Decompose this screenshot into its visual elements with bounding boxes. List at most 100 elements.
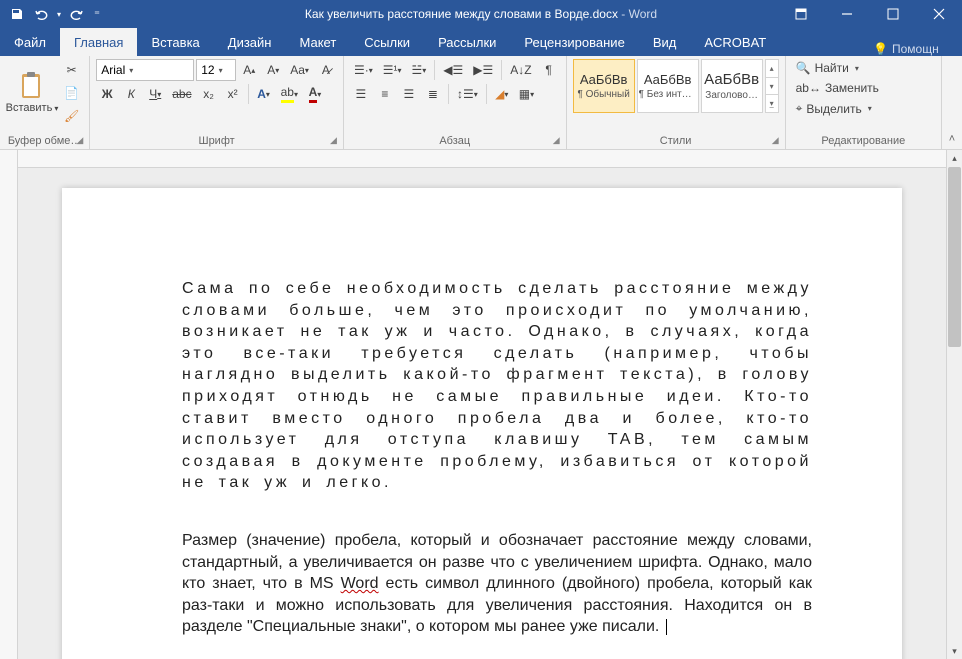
find-button[interactable]: 🔍Найти▾ <box>792 59 935 77</box>
scissors-icon: ✂ <box>67 63 77 77</box>
paragraph-2: Размер (значение) пробела, который и обо… <box>182 530 812 638</box>
show-marks-button[interactable]: ¶ <box>538 59 560 81</box>
scroll-thumb[interactable] <box>948 167 961 347</box>
ribbon: Вставить▾ ✂ 📄 🖌 Буфер обме…◢ Arial▾ 12▾ … <box>0 56 962 150</box>
align-left-button[interactable]: ☰ <box>350 83 372 105</box>
scroll-up-button[interactable]: ▴ <box>947 150 962 166</box>
collapse-ribbon-button[interactable]: ˄ <box>949 133 955 145</box>
vertical-ruler[interactable] <box>0 150 18 659</box>
undo-button[interactable] <box>30 3 52 25</box>
tab-references[interactable]: Ссылки <box>350 28 424 56</box>
clipboard-icon <box>16 70 48 102</box>
text-cursor <box>666 619 667 635</box>
bucket-icon: ◢ <box>495 87 504 101</box>
undo-dropdown[interactable]: ▾ <box>54 3 64 25</box>
group-clipboard: Вставить▾ ✂ 📄 🖌 Буфер обме…◢ <box>0 56 90 149</box>
clear-formatting-button[interactable]: A̷ <box>315 59 337 81</box>
styles-scroller: ▴ ▾ ▾̲ <box>765 59 779 113</box>
multilevel-button[interactable]: ☱▾ <box>408 59 431 81</box>
sort-icon: A↓Z <box>510 63 531 77</box>
vertical-scrollbar: ▴ ▾ <box>946 150 962 659</box>
tell-me-input[interactable] <box>892 42 952 56</box>
font-size-combo[interactable]: 12▾ <box>196 59 236 81</box>
grow-font-button[interactable]: A▴ <box>238 59 260 81</box>
numbering-button[interactable]: ☰¹▾ <box>379 59 406 81</box>
font-label: Шрифт <box>198 135 234 147</box>
highlight-button[interactable]: ab▾ <box>277 83 302 105</box>
justify-button[interactable]: ≣ <box>422 83 444 105</box>
app-name: Word <box>629 7 657 21</box>
shading-button[interactable]: ◢▾ <box>491 83 513 105</box>
paragraph-launcher[interactable]: ◢ <box>553 135 560 146</box>
styles-scroll-up[interactable]: ▴ <box>766 60 778 78</box>
subscript-button[interactable]: x₂ <box>198 83 220 105</box>
bullets-button[interactable]: ☰·▾ <box>350 59 377 81</box>
underline-button[interactable]: Ч▾ <box>144 83 166 105</box>
format-painter-button[interactable]: 🖌 <box>60 105 83 127</box>
increase-indent-button[interactable]: ▶☰ <box>469 59 497 81</box>
spellcheck-word: Word <box>341 575 379 592</box>
cut-button[interactable]: ✂ <box>60 59 83 81</box>
quick-access-toolbar: ▾ ⁼ <box>0 3 104 25</box>
redo-button[interactable] <box>66 3 88 25</box>
copy-button[interactable]: 📄 <box>60 82 83 104</box>
numbering-icon: ☰¹ <box>383 63 398 77</box>
maximize-button[interactable] <box>870 0 916 28</box>
tab-mailings[interactable]: Рассылки <box>424 28 510 56</box>
scroll-down-button[interactable]: ▾ <box>947 643 962 659</box>
pilcrow-icon: ¶ <box>545 63 551 77</box>
sort-button[interactable]: A↓Z <box>506 59 535 81</box>
minimize-button[interactable] <box>824 0 870 28</box>
italic-button[interactable]: К <box>120 83 142 105</box>
clipboard-launcher[interactable]: ◢ <box>76 135 83 146</box>
document-page[interactable]: Сама по себе необходимость сделать расст… <box>62 188 902 659</box>
title-bar: ▾ ⁼ Как увеличить расстояние между слова… <box>0 0 962 28</box>
tab-insert[interactable]: Вставка <box>137 28 213 56</box>
superscript-button[interactable]: x² <box>222 83 244 105</box>
align-right-button[interactable]: ☰ <box>398 83 420 105</box>
style-no-spacing[interactable]: АаБбВв ¶ Без инте… <box>637 59 699 113</box>
font-color-button[interactable]: A▾ <box>304 83 326 105</box>
tell-me-search[interactable]: 💡 <box>863 42 962 56</box>
font-name-combo[interactable]: Arial▾ <box>96 59 194 81</box>
styles-scroll-down[interactable]: ▾ <box>766 78 778 96</box>
borders-button[interactable]: ▦▾ <box>515 83 538 105</box>
paste-button[interactable]: Вставить▾ <box>6 59 58 125</box>
tab-acrobat[interactable]: ACROBAT <box>690 28 780 56</box>
bold-button[interactable]: Ж <box>96 83 118 105</box>
scroll-track[interactable] <box>947 348 962 643</box>
horizontal-ruler[interactable] <box>18 150 946 168</box>
window-controls <box>778 0 962 28</box>
change-case-button[interactable]: Aa▾ <box>286 59 313 81</box>
style-heading1[interactable]: АаБбВв Заголово… <box>701 59 763 113</box>
tab-review[interactable]: Рецензирование <box>510 28 638 56</box>
ribbon-display-button[interactable] <box>778 0 824 28</box>
save-button[interactable] <box>6 3 28 25</box>
align-center-button[interactable]: ≡ <box>374 83 396 105</box>
tab-design[interactable]: Дизайн <box>214 28 286 56</box>
style-normal[interactable]: АаБбВв ¶ Обычный <box>573 59 635 113</box>
qat-customize[interactable]: ⁼ <box>90 3 104 25</box>
decrease-indent-button[interactable]: ◀☰ <box>439 59 467 81</box>
tab-view[interactable]: Вид <box>639 28 691 56</box>
replace-button[interactable]: ab↔Заменить <box>792 79 935 97</box>
select-button[interactable]: ⌖Выделить▾ <box>792 99 935 118</box>
tab-home[interactable]: Главная <box>60 28 137 56</box>
brush-icon: 🖌 <box>64 109 79 123</box>
line-spacing-button[interactable]: ↕☰▾ <box>453 83 482 105</box>
strikethrough-button[interactable]: abc <box>168 83 195 105</box>
page-viewport[interactable]: Сама по себе необходимость сделать расст… <box>18 168 946 659</box>
group-font: Arial▾ 12▾ A▴ A▾ Aa▾ A̷ Ж К Ч▾ abc x₂ x²… <box>90 56 344 149</box>
cursor-icon: ⌖ <box>796 101 803 116</box>
ribbon-tabs: Файл Главная Вставка Дизайн Макет Ссылки… <box>0 28 962 56</box>
shrink-font-button[interactable]: A▾ <box>262 59 284 81</box>
group-paragraph: ☰·▾ ☰¹▾ ☱▾ ◀☰ ▶☰ A↓Z ¶ ☰ ≡ ☰ ≣ ↕☰▾ ◢▾ ▦▾ <box>344 56 567 149</box>
styles-launcher[interactable]: ◢ <box>772 135 779 146</box>
clipboard-label: Буфер обме… <box>8 135 82 147</box>
close-button[interactable] <box>916 0 962 28</box>
styles-expand[interactable]: ▾̲ <box>766 95 778 112</box>
tab-layout[interactable]: Макет <box>285 28 350 56</box>
font-launcher[interactable]: ◢ <box>330 135 337 146</box>
text-effects-button[interactable]: A▾ <box>253 83 275 105</box>
tab-file[interactable]: Файл <box>0 28 60 56</box>
